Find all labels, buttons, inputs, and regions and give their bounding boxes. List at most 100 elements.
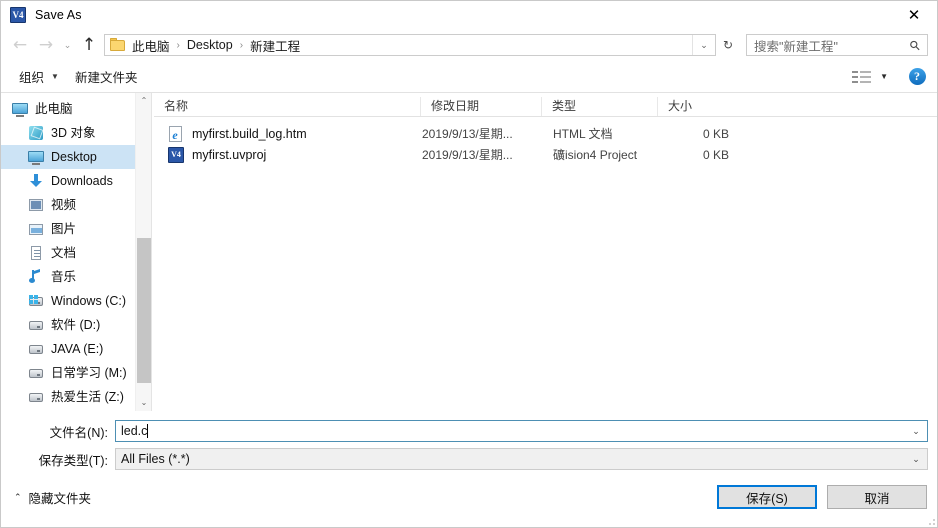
drive-icon [28, 389, 44, 405]
new-folder-button[interactable]: 新建文件夹 [67, 65, 146, 89]
file-size: 0 KB [703, 126, 730, 141]
save-button-label: 保存(S) [746, 491, 788, 506]
help-icon: ? [908, 68, 926, 85]
sidebar-item-6[interactable]: 文档 [1, 241, 151, 265]
column-header-1[interactable]: 修改日期 [420, 97, 541, 116]
search-input[interactable]: 搜索"新建工程" [747, 36, 838, 55]
save-as-dialog: V4 Save As ✕ ← → ⌄ ↑ 此电脑 › Desktop › 新建工… [0, 0, 938, 528]
address-bar[interactable]: 此电脑 › Desktop › 新建工程 ⌄ [104, 34, 716, 56]
refresh-icon: ↻ [722, 38, 734, 52]
sidebar-item-label: JAVA (E:) [51, 342, 104, 356]
file-type: HTML 文档 [553, 127, 613, 141]
scrollbar-thumb[interactable] [137, 238, 151, 383]
sidebar-item-7[interactable]: 音乐 [1, 265, 151, 289]
cancel-button-label: 取消 [864, 491, 890, 506]
filename-input[interactable]: led.c ⌄ [115, 420, 928, 442]
column-header-0[interactable]: 名称 ⌃ [154, 93, 420, 116]
column-header-label: 大小 [668, 99, 693, 113]
up-button[interactable]: ↑ [76, 33, 102, 57]
back-button[interactable]: ← [7, 33, 33, 57]
filetype-label: 保存类型(T): [38, 453, 108, 468]
cancel-button[interactable]: 取消 [827, 485, 927, 509]
file-name: myfirst.build_log.htm [192, 126, 307, 141]
scroll-up-icon[interactable]: ⌃ [136, 93, 151, 109]
column-header-2[interactable]: 类型 [541, 97, 657, 116]
new-folder-label: 新建文件夹 [74, 71, 138, 85]
navigation-pane: 此电脑 3D 对象 Desktop Downloads 视频 图片文档音乐 Windows … [1, 93, 151, 411]
breadcrumb-item-1[interactable]: Desktop [186, 38, 234, 52]
sidebar-item-1[interactable]: 3D 对象 [1, 121, 151, 145]
sidebar-item-0[interactable]: 此电脑 [1, 97, 151, 121]
command-toolbar: 组织 ▼ 新建文件夹 ▼ ? [1, 61, 937, 93]
save-button[interactable]: 保存(S) [717, 485, 817, 509]
sidebar-item-label: 文档 [51, 246, 77, 260]
sidebar-item-11[interactable]: 日常学习 (M:) [1, 361, 151, 385]
this-pc-icon [12, 101, 28, 117]
up-arrow-icon: ↑ [81, 34, 97, 55]
dialog-footer: ⌃ 隐藏文件夹 保存(S) 取消 [1, 476, 937, 518]
save-form: 文件名(N): led.c ⌄ 保存类型(T): All Files (*.*)… [1, 411, 937, 470]
table-row[interactable]: V4 myfirst.uvproj 2019/9/13/星期... 礦ision4 P… [154, 144, 937, 165]
sidebar-item-label: 3D 对象 [51, 126, 96, 140]
sidebar-item-5[interactable]: 图片 [1, 217, 151, 241]
filename-row: 文件名(N): led.c ⌄ [1, 420, 937, 442]
sidebar-scrollbar[interactable]: ⌃ ⌄ [135, 93, 151, 411]
filetype-value: All Files (*.*) [121, 452, 190, 466]
breadcrumb-item-0[interactable]: 此电脑 [131, 36, 171, 55]
sidebar-item-label: 音乐 [51, 270, 77, 284]
forward-arrow-icon: → [38, 34, 54, 55]
organize-button[interactable]: 组织 ▼ [11, 65, 67, 89]
sidebar-item-label: 此电脑 [35, 102, 73, 116]
breadcrumb-item-2[interactable]: 新建工程 [249, 36, 301, 55]
sidebar-item-10[interactable]: JAVA (E:) [1, 337, 151, 361]
search-box[interactable]: 搜索"新建工程" ⚲ [746, 34, 928, 56]
file-date: 2019/9/13/星期... [422, 127, 513, 141]
file-date: 2019/9/13/星期... [422, 148, 513, 162]
sidebar-item-4[interactable]: 视频 [1, 193, 151, 217]
sidebar-item-3[interactable]: Downloads [1, 169, 151, 193]
table-row[interactable]: myfirst.build_log.htm 2019/9/13/星期... HTML… [154, 123, 937, 144]
view-list-icon [852, 69, 872, 85]
sidebar-item-label: Downloads [51, 174, 113, 188]
close-button[interactable]: ✕ [891, 1, 937, 29]
hide-folders-button[interactable]: ⌃ 隐藏文件夹 [14, 488, 91, 507]
view-mode-button[interactable]: ▼ [847, 65, 893, 89]
documents-icon [28, 245, 44, 261]
column-header-label: 类型 [552, 99, 577, 113]
breadcrumb-separator-icon: › [176, 39, 180, 51]
downloads-icon [28, 173, 44, 189]
resize-gripper[interactable] [925, 515, 935, 525]
filename-dropdown-icon[interactable]: ⌄ [905, 421, 927, 441]
file-rows: myfirst.build_log.htm 2019/9/13/星期... HTML… [154, 117, 937, 165]
chevron-down-icon: ⌄ [63, 39, 72, 50]
sidebar-item-12[interactable]: 热爱生活 (Z:) [1, 385, 151, 409]
filetype-select[interactable]: All Files (*.*) ⌄ [115, 448, 928, 470]
sidebar-item-2[interactable]: Desktop [1, 145, 151, 169]
text-cursor [147, 424, 149, 438]
sidebar-item-9[interactable]: 软件 (D:) [1, 313, 151, 337]
title-bar: V4 Save As ✕ [1, 1, 937, 29]
back-arrow-icon: ← [12, 34, 28, 55]
scroll-down-icon[interactable]: ⌄ [136, 395, 151, 411]
videos-icon [28, 197, 44, 213]
refresh-button[interactable]: ↻ [716, 35, 740, 55]
filename-value: led.c [121, 424, 148, 438]
sidebar-item-label: 软件 (D:) [51, 318, 101, 332]
dialog-buttons: 保存(S) 取消 [717, 485, 927, 509]
sort-ascending-icon: ⌃ [263, 93, 271, 98]
sidebar-item-8[interactable]: Windows (C:) [1, 289, 151, 313]
column-header-3[interactable]: 大小 [657, 97, 731, 116]
drive-icon [28, 365, 44, 381]
sidebar-item-label: 日常学习 (M:) [51, 366, 127, 380]
chevron-down-icon: ▼ [51, 72, 59, 81]
filename-label: 文件名(N): [49, 425, 108, 440]
forward-button[interactable]: → [33, 33, 59, 57]
filetype-dropdown-icon[interactable]: ⌄ [905, 449, 927, 469]
drive-icon [28, 317, 44, 333]
folder-icon [110, 38, 127, 52]
help-button[interactable]: ? [905, 65, 929, 89]
address-dropdown-icon[interactable]: ⌄ [692, 35, 715, 55]
recent-locations-button[interactable]: ⌄ [59, 33, 76, 57]
html-file-icon [168, 125, 184, 142]
desktop-icon [28, 149, 44, 165]
